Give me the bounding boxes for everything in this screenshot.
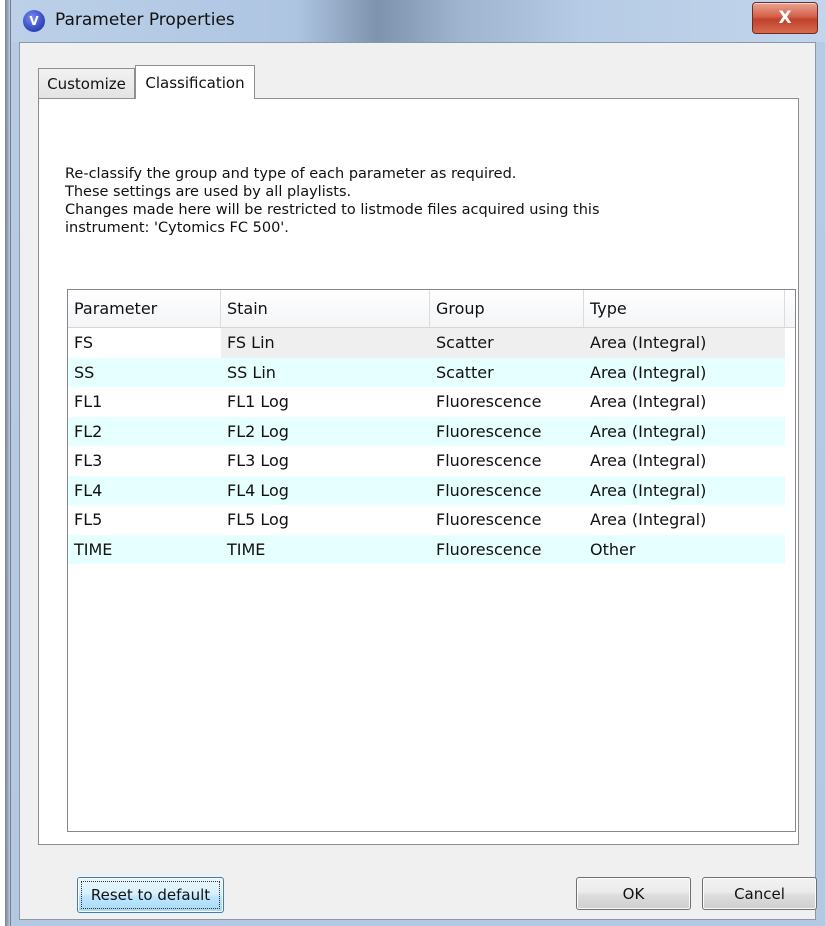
cell-stain[interactable]: FL2 Log (221, 417, 430, 446)
table-row[interactable]: FL4 FL4 Log Fluorescence Area (Integral) (68, 475, 785, 505)
cell-group[interactable]: Fluorescence (430, 417, 584, 446)
app-logo-icon: V (23, 10, 45, 32)
cell-group[interactable]: Fluorescence (430, 476, 584, 505)
table-header: Parameter Stain Group Type (68, 290, 795, 328)
table-row[interactable]: FL2 FL2 Log Fluorescence Area (Integral) (68, 416, 785, 446)
column-header-parameter[interactable]: Parameter (68, 290, 221, 327)
cell-parameter: FL4 (74, 480, 103, 500)
cell-parameter: SS (74, 362, 95, 382)
description-line: Re-classify the group and type of each p… (65, 166, 517, 182)
reset-to-default-button[interactable]: Reset to default (77, 877, 224, 913)
classification-panel: Re-classify the group and type of each p… (38, 98, 799, 913)
table-row[interactable]: TIME TIME Fluorescence Other (68, 534, 785, 564)
desktop-edge (0, 0, 10, 926)
column-header-group[interactable]: Group (430, 290, 584, 327)
column-header-type[interactable]: Type (584, 290, 785, 327)
title-bar[interactable]: V Parameter Properties X (11, 0, 825, 42)
description-line: Changes made here will be restricted to … (65, 202, 600, 218)
cell-type[interactable]: Area (Integral) (584, 328, 785, 357)
cell-type[interactable]: Other (584, 535, 785, 564)
table-row[interactable]: FL5 FL5 Log Fluorescence Area (Integral) (68, 505, 785, 535)
window-title: Parameter Properties (55, 10, 235, 30)
cell-group[interactable]: Fluorescence (430, 446, 584, 475)
cell-parameter: FS (74, 333, 94, 352)
cell-type[interactable]: Area (Integral) (584, 417, 785, 446)
cell-type[interactable]: Area (Integral) (584, 446, 785, 475)
ok-button[interactable]: OK (576, 877, 691, 910)
table-row[interactable]: FL3 FL3 Log Fluorescence Area (Integral) (68, 446, 785, 476)
table-row[interactable]: SS SS Lin Scatter Area (Integral) (68, 357, 785, 387)
table-row[interactable]: FS FS Lin Scatter Area (Integral) (68, 328, 785, 358)
description-text: Re-classify the group and type of each p… (65, 165, 785, 237)
cell-group[interactable]: Fluorescence (430, 535, 584, 564)
cell-group[interactable]: Scatter (430, 328, 584, 357)
cell-stain[interactable]: FS Lin (221, 328, 430, 357)
dialog-content: Customize Classification Re-classify the… (19, 42, 817, 920)
description-line: instrument: 'Cytomics FC 500'. (65, 220, 289, 236)
dialog-window: V Parameter Properties X Customize Class… (10, 0, 825, 926)
cell-type[interactable]: Area (Integral) (584, 476, 785, 505)
cell-type[interactable]: Area (Integral) (584, 358, 785, 387)
table-row[interactable]: FL1 FL1 Log Fluorescence Area (Integral) (68, 387, 785, 417)
close-button[interactable]: X (752, 2, 818, 34)
cancel-button[interactable]: Cancel (702, 877, 817, 910)
cell-parameter: FL2 (74, 421, 103, 441)
cell-parameter: TIME (74, 539, 113, 559)
cell-parameter: FL3 (74, 451, 103, 470)
cell-group[interactable]: Fluorescence (430, 505, 584, 534)
description-line: These settings are used by all playlists… (65, 184, 352, 200)
cell-type[interactable]: Area (Integral) (584, 505, 785, 534)
cell-stain[interactable]: TIME (221, 535, 430, 564)
cell-stain[interactable]: FL3 Log (221, 446, 430, 475)
cell-stain[interactable]: FL1 Log (221, 387, 430, 416)
cell-parameter: FL5 (74, 510, 103, 529)
cell-group[interactable]: Fluorescence (430, 387, 584, 416)
cell-stain[interactable]: FL5 Log (221, 505, 430, 534)
cell-group[interactable]: Scatter (430, 358, 584, 387)
cell-stain[interactable]: FL4 Log (221, 476, 430, 505)
column-header-stain[interactable]: Stain (221, 290, 430, 327)
tab-classification[interactable]: Classification (135, 65, 255, 99)
cell-type[interactable]: Area (Integral) (584, 387, 785, 416)
cell-parameter: FL1 (74, 392, 103, 411)
parameter-table[interactable]: Parameter Stain Group Type FS FS Lin Sca… (67, 289, 796, 832)
column-header-filler (785, 290, 795, 327)
tab-customize[interactable]: Customize (38, 68, 135, 99)
cell-stain[interactable]: SS Lin (221, 358, 430, 387)
